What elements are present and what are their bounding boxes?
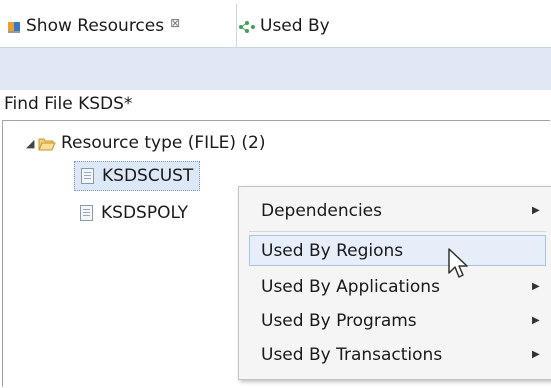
- tree-item-label: KSDSPOLY: [101, 203, 189, 223]
- menu-item-used-by-regions[interactable]: Used By Regions: [249, 235, 546, 266]
- tree-item-ksdscust[interactable]: KSDSCUST: [74, 161, 201, 191]
- close-icon[interactable]: ⊠: [170, 16, 180, 30]
- find-label: Find File KSDS*: [4, 94, 133, 114]
- menu-item-label: Dependencies: [261, 200, 382, 221]
- menu-item-dependencies[interactable]: Dependencies ▶: [239, 195, 550, 226]
- menu-item-used-by-programs[interactable]: Used By Programs ▶: [239, 305, 550, 336]
- menu-item-label: Used By Regions: [261, 240, 404, 261]
- resources-icon: [8, 19, 22, 33]
- menu-item-label: Used By Programs: [261, 310, 417, 331]
- collapse-triangle-icon[interactable]: ◢: [26, 137, 38, 150]
- menu-item-label: Used By Applications: [261, 276, 440, 297]
- submenu-arrow-icon: ▶: [532, 315, 540, 326]
- file-icon: [80, 205, 93, 221]
- mouse-pointer-icon: [447, 247, 473, 281]
- view-tab-bar: Show Resources ⊠ Used By: [0, 0, 551, 48]
- submenu-arrow-icon: ▶: [532, 349, 540, 360]
- menu-separator: [249, 231, 546, 232]
- tree-root-label: Resource type (FILE) (2): [61, 133, 266, 153]
- menu-item-used-by-transactions[interactable]: Used By Transactions ▶: [239, 339, 550, 370]
- used-by-icon: [238, 19, 256, 33]
- tab-show-resources-label: Show Resources: [26, 15, 165, 36]
- tree-root-row[interactable]: ◢ Resource type (FILE) (2): [26, 130, 266, 156]
- submenu-arrow-icon: ▶: [532, 281, 540, 292]
- tree-item-label: KSDSCUST: [102, 166, 194, 186]
- menu-item-used-by-applications[interactable]: Used By Applications ▶: [239, 271, 550, 302]
- folder-open-icon: [38, 136, 56, 151]
- view-toolbar: [0, 48, 551, 90]
- file-icon: [81, 168, 94, 184]
- tab-used-by[interactable]: Used By: [238, 4, 330, 47]
- context-menu: Dependencies ▶ Used By Regions Used By A…: [238, 186, 551, 380]
- submenu-arrow-icon: ▶: [532, 205, 540, 216]
- tab-used-by-label: Used By: [260, 15, 330, 36]
- tree-item-ksdspoly[interactable]: KSDSPOLY: [80, 200, 188, 226]
- menu-item-label: Used By Transactions: [261, 344, 443, 365]
- tab-show-resources[interactable]: Show Resources ⊠: [0, 4, 237, 47]
